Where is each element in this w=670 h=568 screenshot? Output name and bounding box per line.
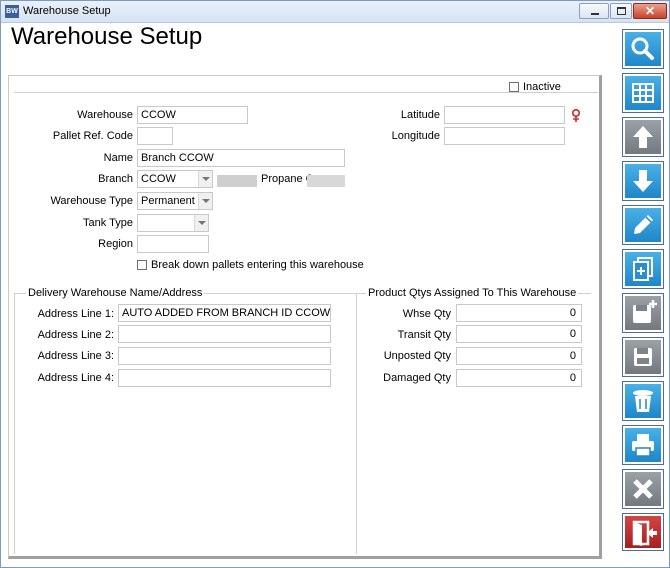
warehouse-field[interactable]: CCOW xyxy=(137,106,248,124)
minimize-icon xyxy=(591,13,599,15)
warehouse-type-dropdown[interactable]: Permanent xyxy=(137,192,213,210)
redacted-block xyxy=(217,175,257,187)
cancel-button[interactable] xyxy=(622,469,664,509)
address-line-field[interactable] xyxy=(118,325,331,343)
region-field[interactable] xyxy=(137,235,209,253)
longitude-field[interactable] xyxy=(444,127,565,145)
save-icon xyxy=(634,348,652,366)
window: BW Warehouse Setup ✕ Warehouse Setup Ina… xyxy=(0,0,670,568)
qty-label: Whse Qty xyxy=(402,308,451,320)
maximize-icon xyxy=(617,7,626,15)
pallet-ref-label: Pallet Ref. Code xyxy=(52,130,133,142)
qty-value: 0 xyxy=(456,369,582,387)
next-record-button[interactable] xyxy=(622,161,664,201)
grid-view-button[interactable] xyxy=(622,73,664,113)
grid-icon xyxy=(632,83,654,103)
breakdown-pallets-label: Break down pallets entering this warehou… xyxy=(151,259,364,271)
previous-record-button[interactable] xyxy=(622,117,664,157)
new-record-button[interactable] xyxy=(622,293,664,333)
warehouse-type-label: Warehouse Type xyxy=(50,195,133,207)
exit-door-icon xyxy=(632,520,657,546)
copy-document-icon xyxy=(633,257,653,281)
branch-value: CCOW xyxy=(141,173,176,185)
qty-label: Unposted Qty xyxy=(383,350,451,362)
chevron-down-icon[interactable] xyxy=(194,215,208,231)
pencil-icon xyxy=(634,215,653,234)
tank-type-dropdown[interactable] xyxy=(137,214,209,232)
window-close-button[interactable]: ✕ xyxy=(633,3,667,19)
delete-button[interactable] xyxy=(622,381,664,421)
chevron-down-icon[interactable] xyxy=(198,171,212,187)
qty-label: Transit Qty xyxy=(397,329,451,341)
address-line-field[interactable] xyxy=(118,369,331,387)
new-record-icon xyxy=(633,300,657,323)
branch-description: Propane C xyxy=(261,173,311,185)
address-line-field[interactable]: AUTO ADDED FROM BRANCH ID CCOW xyxy=(118,304,331,322)
qty-value: 0 xyxy=(456,347,582,365)
qty-value: 0 xyxy=(456,304,582,322)
warehouse-label: Warehouse xyxy=(77,109,133,121)
region-label: Region xyxy=(98,238,133,250)
close-x-icon xyxy=(633,479,653,499)
pallet-ref-field[interactable] xyxy=(137,127,173,145)
window-title: Warehouse Setup xyxy=(23,5,111,17)
latitude-label: Latitude xyxy=(400,109,440,121)
address-line-label: Address Line 2: xyxy=(37,329,114,341)
warehouse-type-value: Permanent xyxy=(141,195,195,207)
name-label: Name xyxy=(103,152,133,164)
address-line-field[interactable] xyxy=(118,347,331,365)
address-line-label: Address Line 3: xyxy=(37,350,114,362)
address-line-label: Address Line 1: xyxy=(37,308,114,320)
copy-record-button[interactable] xyxy=(622,249,664,289)
redacted-block xyxy=(307,175,345,187)
branch-label: Branch xyxy=(98,173,133,185)
tank-type-label: Tank Type xyxy=(83,217,133,229)
qty-label: Damaged Qty xyxy=(383,372,451,384)
header-divider xyxy=(14,92,598,93)
longitude-label: Longitude xyxy=(391,130,440,142)
trash-icon xyxy=(633,390,653,412)
search-icon xyxy=(631,37,654,60)
maximize-button[interactable] xyxy=(610,3,632,19)
name-field[interactable]: Branch CCOW xyxy=(137,149,345,167)
search-button[interactable] xyxy=(622,29,664,69)
edit-button[interactable] xyxy=(622,205,664,245)
latitude-field[interactable] xyxy=(444,106,565,124)
window-close-icon: ✕ xyxy=(644,4,656,18)
print-button[interactable] xyxy=(622,425,664,465)
page-title: Warehouse Setup xyxy=(11,23,203,50)
breakdown-pallets-checkbox[interactable] xyxy=(137,260,147,270)
arrow-down-icon xyxy=(633,170,653,192)
minimize-button[interactable] xyxy=(579,3,609,19)
chevron-down-icon[interactable] xyxy=(198,193,212,209)
map-pin-icon[interactable] xyxy=(572,109,580,123)
printer-icon xyxy=(632,434,654,457)
product-qtys-title: Product Qtys Assigned To This Warehouse xyxy=(366,287,579,299)
arrow-up-icon xyxy=(633,126,653,148)
branch-dropdown[interactable]: CCOW xyxy=(137,170,213,188)
address-line-label: Address Line 4: xyxy=(37,372,114,384)
app-logo-icon: BW xyxy=(5,5,19,18)
inactive-checkbox[interactable] xyxy=(509,82,519,92)
delivery-address-title: Delivery Warehouse Name/Address xyxy=(26,287,205,299)
title-bar[interactable]: BW Warehouse Setup ✕ xyxy=(1,1,669,23)
exit-button[interactable] xyxy=(622,513,664,551)
save-button[interactable] xyxy=(622,337,664,377)
qty-value: 0 xyxy=(456,325,582,343)
